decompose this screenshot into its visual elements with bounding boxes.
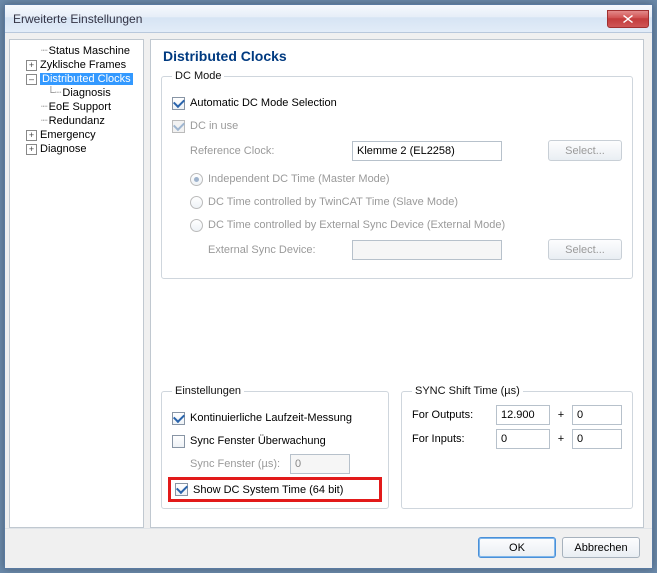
dc-in-use-checkbox — [172, 120, 185, 133]
sync-window-mon-label: Sync Fenster Überwachung — [190, 435, 326, 447]
tree-item-emergency[interactable]: + Emergency — [12, 128, 141, 142]
tree-item-zyklische[interactable]: + Zyklische Frames — [12, 58, 141, 72]
expand-icon[interactable]: + — [26, 130, 37, 141]
ext-device-field — [352, 240, 502, 260]
nav-tree[interactable]: ┈ Status Maschine + Zyklische Frames – D… — [9, 39, 144, 528]
main-panel: Distributed Clocks DC Mode Automatic DC … — [150, 39, 644, 528]
window-title: Erweiterte Einstellungen — [13, 12, 606, 26]
inputs-label: For Inputs: — [412, 433, 490, 445]
tree-item-eoe[interactable]: ┈ EoE Support — [12, 100, 141, 114]
dc-mode-legend: DC Mode — [172, 70, 224, 82]
sync-window-mon-checkbox[interactable] — [172, 435, 185, 448]
show-dc-64-checkbox[interactable] — [175, 483, 188, 496]
auto-dc-checkbox[interactable] — [172, 97, 185, 110]
radio-twincat-label: DC Time controlled by TwinCAT Time (Slav… — [208, 196, 458, 208]
plus-icon: + — [556, 409, 566, 421]
highlight-box: Show DC System Time (64 bit) — [168, 477, 382, 502]
outputs-label: For Outputs: — [412, 409, 490, 421]
tree-item-redundanz[interactable]: ┈ Redundanz — [12, 114, 141, 128]
collapse-icon[interactable]: – — [26, 74, 37, 85]
inputs-plus-field[interactable]: 0 — [572, 429, 622, 449]
dc-mode-group: DC Mode Automatic DC Mode Selection DC i… — [161, 70, 633, 279]
show-dc-64-label: Show DC System Time (64 bit) — [193, 484, 343, 496]
plus-icon: + — [556, 433, 566, 445]
tree-item-distributed-clocks[interactable]: – Distributed Clocks — [12, 72, 141, 86]
expand-icon[interactable]: + — [26, 60, 37, 71]
settings-group: Einstellungen Kontinuierliche Laufzeit-M… — [161, 385, 389, 509]
client-area: ┈ Status Maschine + Zyklische Frames – D… — [5, 33, 652, 568]
close-button[interactable] — [607, 10, 649, 28]
dialog-footer: OK Abbrechen — [5, 528, 652, 568]
sync-window-field: 0 — [290, 454, 350, 474]
radio-twincat — [190, 196, 203, 209]
tree-item-diagnose[interactable]: + Diagnose — [12, 142, 141, 156]
radio-external — [190, 219, 203, 232]
page-title: Distributed Clocks — [161, 46, 633, 70]
select-ref-clock-button: Select... — [548, 140, 622, 161]
outputs-plus-field[interactable]: 0 — [572, 405, 622, 425]
radio-independent-label: Independent DC Time (Master Mode) — [208, 173, 390, 185]
ext-device-label: External Sync Device: — [208, 244, 340, 256]
tree-item-status[interactable]: ┈ Status Maschine — [12, 44, 141, 58]
ref-clock-label: Reference Clock: — [190, 145, 340, 157]
auto-dc-label: Automatic DC Mode Selection — [190, 97, 337, 109]
inputs-value-field[interactable]: 0 — [496, 429, 550, 449]
cont-runtime-label: Kontinuierliche Laufzeit-Messung — [190, 412, 352, 424]
sync-window-label: Sync Fenster (µs): — [190, 458, 290, 470]
radio-independent — [190, 173, 203, 186]
cont-runtime-checkbox[interactable] — [172, 412, 185, 425]
ok-button[interactable]: OK — [478, 537, 556, 558]
radio-external-label: DC Time controlled by External Sync Devi… — [208, 219, 505, 231]
dc-in-use-label: DC in use — [190, 120, 238, 132]
dialog-window: Erweiterte Einstellungen ┈ Status Maschi… — [4, 4, 653, 569]
close-icon — [623, 15, 633, 23]
sync-shift-group: SYNC Shift Time (µs) For Outputs: 12.900… — [401, 385, 633, 509]
ref-clock-field: Klemme 2 (EL2258) — [352, 141, 502, 161]
sync-shift-legend: SYNC Shift Time (µs) — [412, 385, 523, 397]
outputs-value-field[interactable]: 12.900 — [496, 405, 550, 425]
titlebar: Erweiterte Einstellungen — [5, 5, 652, 33]
settings-legend: Einstellungen — [172, 385, 244, 397]
tree-item-diagnosis[interactable]: └┈ Diagnosis — [12, 86, 141, 100]
expand-icon[interactable]: + — [26, 144, 37, 155]
select-ext-device-button: Select... — [548, 239, 622, 260]
cancel-button[interactable]: Abbrechen — [562, 537, 640, 558]
